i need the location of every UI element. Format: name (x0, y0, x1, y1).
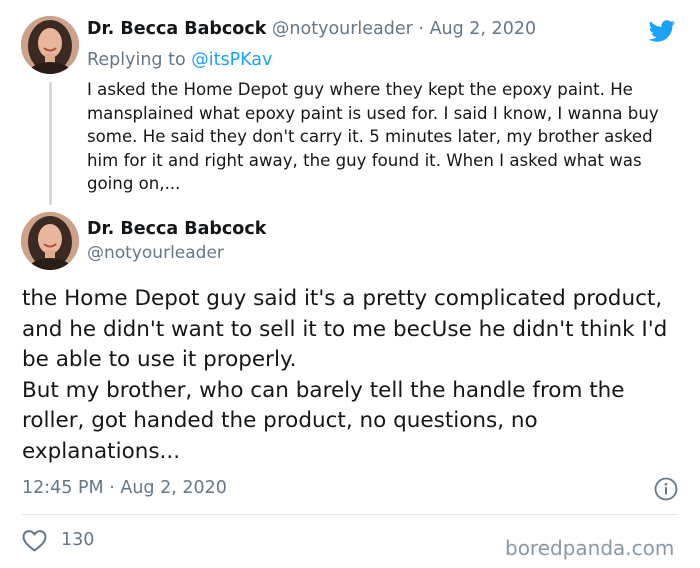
main-tweet-text: the Home Depot guy said it's a pretty co… (22, 284, 687, 467)
main-tweet-paragraph: the Home Depot guy said it's a pretty co… (22, 286, 668, 372)
reply-header: Dr. Becca Babcock @notyourleader · Aug 2… (87, 18, 536, 40)
replying-to-prefix: Replying to (87, 50, 192, 70)
main-author-avatar[interactable] (21, 212, 79, 270)
heart-icon[interactable] (22, 529, 47, 552)
tweet-time[interactable]: 12:45 PM (22, 478, 104, 498)
watermark: boredpanda.com (505, 536, 675, 560)
like-count[interactable]: 130 (61, 529, 94, 551)
twitter-bird-icon[interactable] (645, 17, 678, 45)
reply-author-avatar[interactable] (21, 16, 79, 74)
main-tweet-paragraph: But my brother, who can barely tell the … (22, 377, 625, 464)
info-icon[interactable] (654, 477, 678, 501)
replying-to-handle[interactable]: @itsPKav (191, 50, 272, 70)
reply-author-name[interactable]: Dr. Becca Babcock (87, 19, 266, 39)
reply-author-handle[interactable]: @notyourleader (272, 19, 413, 39)
tweet-date[interactable]: Aug 2, 2020 (120, 478, 227, 498)
reply-separator: · (412, 19, 430, 39)
tweet-timestamp[interactable]: 12:45 PM · Aug 2, 2020 (22, 477, 227, 499)
reply-tweet-text: I asked the Home Depot guy where they ke… (87, 80, 659, 193)
replying-to-line: Replying to @itsPKav (87, 49, 272, 71)
tweet-actions-divider (22, 514, 678, 515)
main-author-handle[interactable]: @notyourleader (87, 242, 224, 264)
thread-connector-line (49, 82, 52, 205)
timestamp-separator: · (103, 478, 121, 498)
reply-date[interactable]: Aug 2, 2020 (430, 19, 537, 39)
main-author-name[interactable]: Dr. Becca Babcock (87, 218, 266, 240)
